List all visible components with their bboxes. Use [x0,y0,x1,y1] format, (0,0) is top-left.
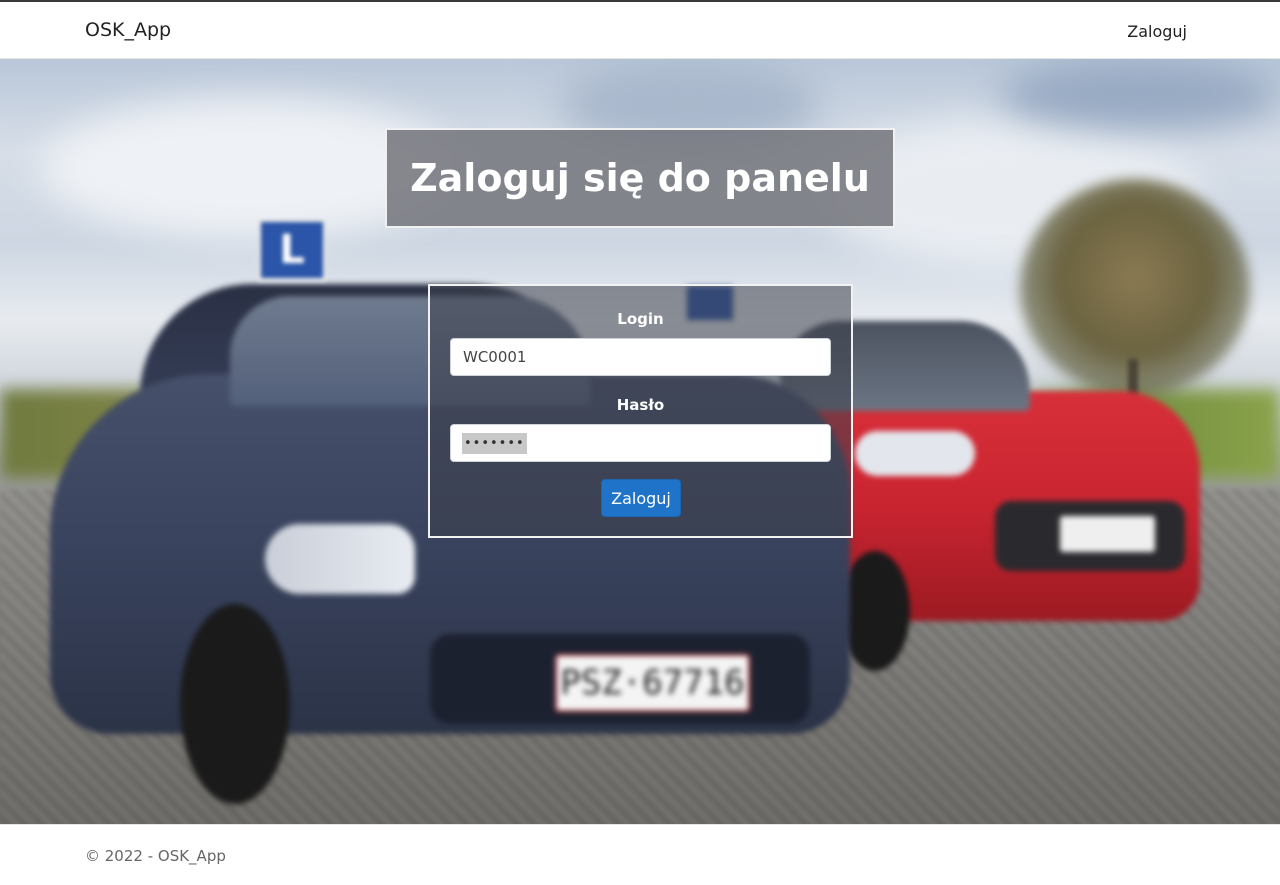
blue-car-headlight [265,524,415,594]
password-label: Hasło [616,396,665,414]
login-input[interactable] [450,338,831,376]
footer: © 2022 - OSK_App [0,824,1280,885]
footer-copyright: © 2022 - OSK_App [85,847,226,865]
nav-login-link[interactable]: Zaloguj [1127,22,1187,41]
brand-link[interactable]: OSK_App [85,19,171,41]
navbar: OSK_App Zaloguj [0,2,1280,59]
login-label: Login [617,310,664,328]
password-input[interactable] [450,424,831,462]
red-car-plate [1060,516,1155,552]
blue-car-plate: PSZ·67716 [555,654,750,712]
login-form: Login Hasło ••••••• Zaloguj [428,284,853,538]
login-submit-button[interactable]: Zaloguj [601,479,681,517]
hero-background: PSZ·67716 L Zaloguj się do panelu Login … [0,59,1280,824]
page-title: Zaloguj się do panelu [410,156,870,200]
blue-car-wheel [180,604,290,804]
cloud [1000,59,1280,129]
l-sign: L [258,219,326,281]
red-car-headlight [855,431,975,476]
login-title-box: Zaloguj się do panelu [385,128,895,228]
